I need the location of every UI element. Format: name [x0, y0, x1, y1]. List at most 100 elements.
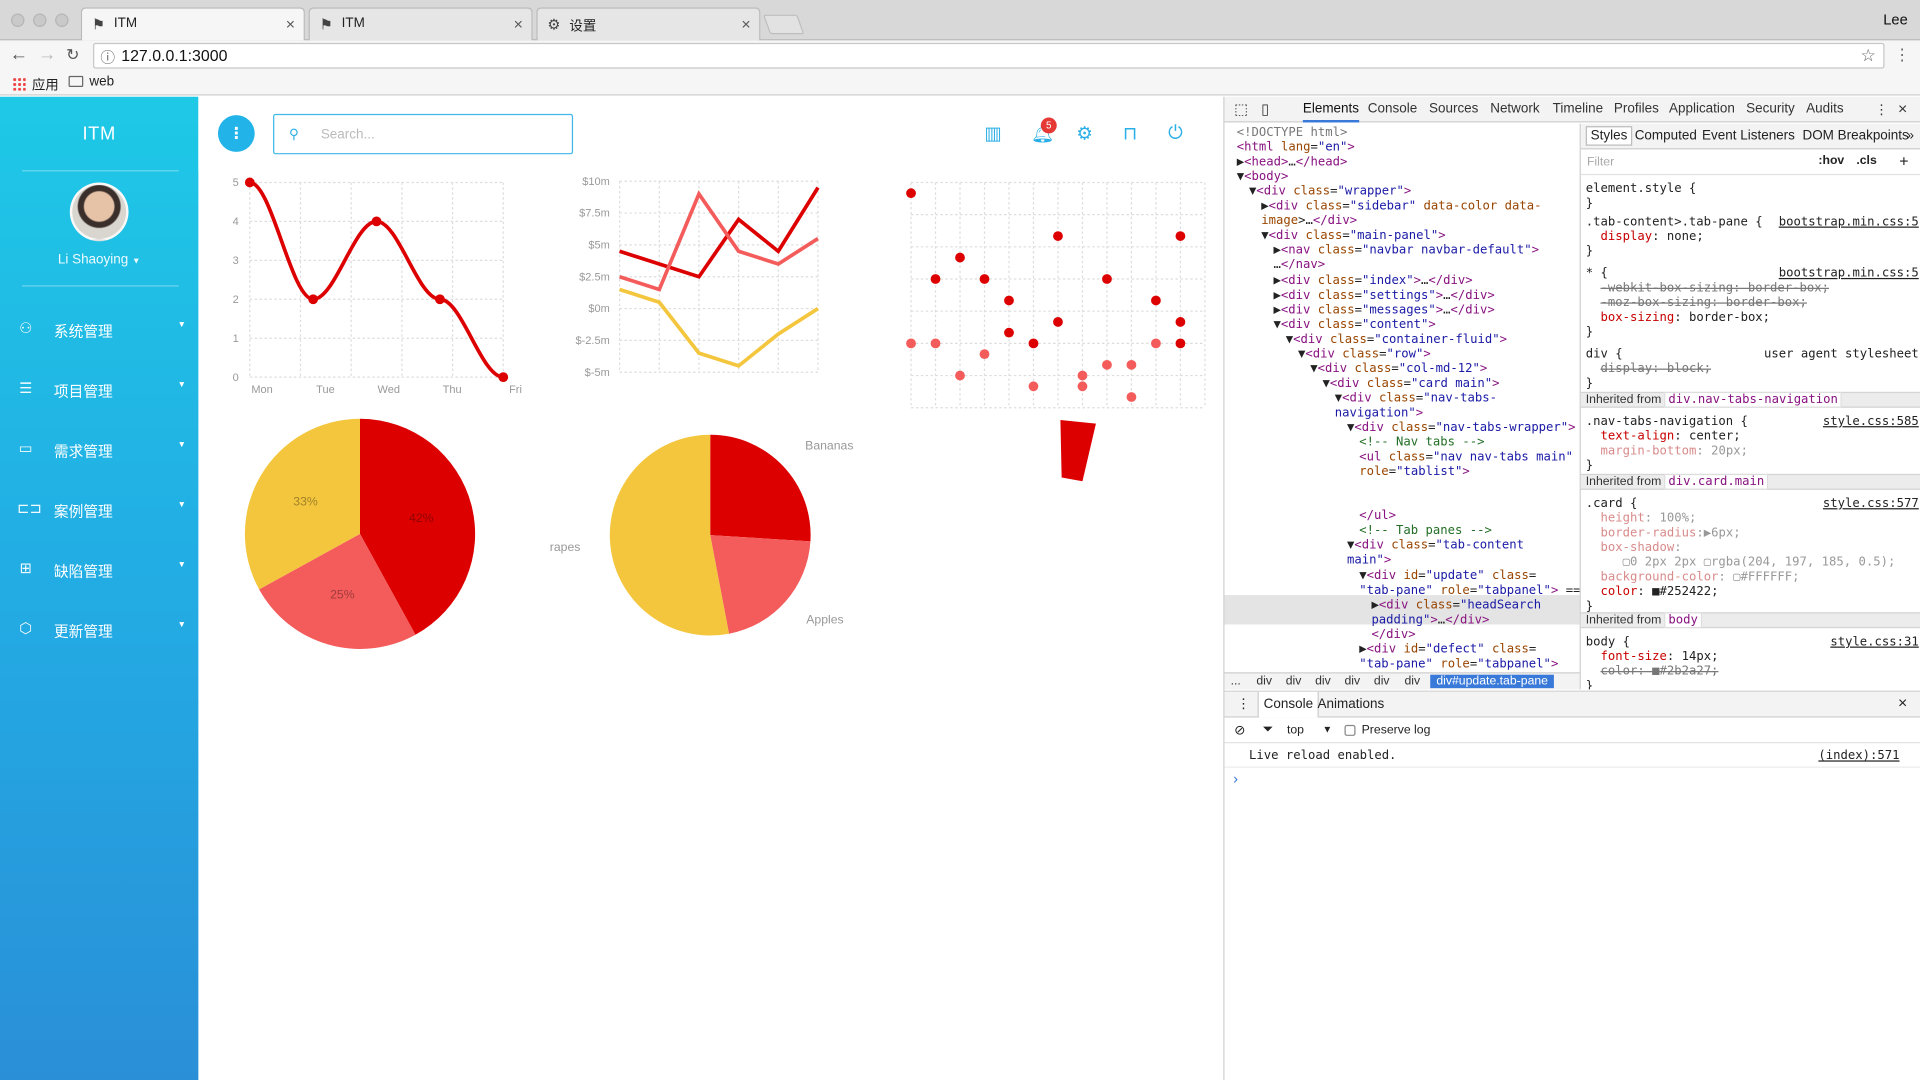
drawer-menu-icon[interactable]: ⋮ [1237, 696, 1250, 712]
forward-arrow-icon[interactable]: → [38, 44, 56, 65]
style-source-link[interactable]: style.css:31 [1830, 636, 1918, 651]
style-rule-line[interactable]: .tab-content>.tab-pane { [1586, 216, 1763, 231]
style-rule-line[interactable]: * { [1586, 267, 1608, 282]
style-rule-line[interactable]: } [1586, 680, 1593, 690]
style-rule-line[interactable]: border-radius:▶6px; [1586, 527, 1740, 542]
style-rule-line[interactable]: display: none; [1586, 230, 1703, 245]
sidebar-item-defects[interactable]: ⊞ 缺陷管理 ▼ [0, 541, 198, 601]
dom-node-line[interactable]: <!-- Nav tabs --> [1359, 436, 1484, 451]
dom-node-line[interactable]: ▼<div class="tab-content [1347, 539, 1524, 554]
dom-node-line[interactable]: image>…</div> [1261, 215, 1357, 230]
lock-icon[interactable]: ⊓ [1123, 122, 1137, 145]
browser-menu-icon[interactable]: ⋮ [1894, 45, 1910, 65]
style-rule-line[interactable]: box-sizing: border-box; [1586, 311, 1770, 326]
brand-title[interactable]: ITM [0, 124, 198, 145]
window-close-dot[interactable] [11, 13, 25, 27]
inherited-selector[interactable]: div.card.main [1664, 473, 1768, 490]
dom-node-line[interactable]: ▶<div class="settings">…</div> [1273, 288, 1494, 303]
dom-node-line[interactable]: ▶<div class="sidebar" data-color data- [1261, 200, 1541, 215]
inspect-element-icon[interactable]: ⬚ [1234, 100, 1248, 117]
breadcrumb-item[interactable]: div [1256, 675, 1272, 688]
style-source-link[interactable]: bootstrap.min.css:5 [1779, 216, 1919, 231]
more-menu-button[interactable]: ⋮ [217, 115, 255, 152]
dom-node-line[interactable]: ▼<div class="wrapper"> [1249, 185, 1411, 200]
back-arrow-icon[interactable]: ← [10, 44, 28, 65]
clear-console-icon[interactable]: ⊘ [1234, 722, 1245, 739]
tab-console[interactable]: Console [1368, 102, 1417, 117]
tab-elements[interactable]: Elements [1302, 102, 1359, 123]
breadcrumb-item[interactable]: div [1405, 675, 1421, 688]
device-toolbar-icon[interactable]: ▯ [1261, 100, 1269, 117]
user-menu[interactable]: Li Shaoying ▼ [0, 252, 198, 267]
avatar[interactable] [69, 182, 129, 242]
sidebar-item-system[interactable]: ⚇ 系统管理 ▼ [0, 301, 198, 361]
style-rule-line[interactable]: } [1586, 326, 1593, 341]
dom-node-line[interactable]: …</nav> [1273, 259, 1325, 274]
inherited-selector[interactable]: body [1664, 612, 1702, 629]
window-minimize-dot[interactable] [33, 13, 47, 27]
bookmark-apps[interactable]: 应用 [12, 75, 59, 95]
dom-node-line[interactable]: ▼<div class="nav-tabs-wrapper"> [1347, 421, 1576, 436]
dom-node-line[interactable]: <!DOCTYPE html> [1237, 126, 1348, 141]
dom-node-line[interactable]: ▼<div class="col-md-12"> [1310, 362, 1487, 377]
dom-node-line[interactable]: </ul> [1359, 510, 1396, 525]
tab-sources[interactable]: Sources [1429, 102, 1478, 117]
tab-audits[interactable]: Audits [1806, 102, 1843, 117]
dom-node-line[interactable]: ▶<div class="headSearch [1371, 598, 1541, 613]
breadcrumb-item[interactable]: ... [1231, 675, 1241, 688]
tab-styles[interactable]: Styles [1585, 126, 1633, 146]
close-icon[interactable]: × [741, 15, 750, 33]
tab-event-listeners[interactable]: Event Listeners [1702, 129, 1795, 144]
style-rule-line[interactable]: } [1586, 459, 1593, 474]
browser-tab-3[interactable]: ⚙ 设置 × [536, 7, 761, 41]
breadcrumb-item[interactable]: div [1374, 675, 1390, 688]
browser-profile-name[interactable]: Lee [1883, 11, 1908, 28]
address-bar[interactable]: ⓘ 127.0.0.1:3000 ☆ [93, 42, 1885, 69]
style-rule-line[interactable]: -moz-box-sizing: border-box; [1586, 296, 1806, 311]
new-tab-button[interactable] [762, 14, 805, 35]
tab-computed[interactable]: Computed [1635, 129, 1697, 144]
dom-node-line[interactable]: ▼<div class="main-panel"> [1261, 229, 1445, 244]
breadcrumb-item[interactable]: div [1315, 675, 1331, 688]
dom-node-line[interactable]: ▶<div class="index">…</div> [1273, 274, 1472, 289]
style-rule-line[interactable]: body { [1586, 636, 1630, 651]
dom-node-line[interactable]: <!-- Tab panes --> [1359, 525, 1492, 540]
tab-animations[interactable]: Animations [1318, 697, 1385, 712]
dom-node-line[interactable]: ▶<head>…</head> [1237, 156, 1348, 171]
cls-toggle[interactable]: .cls [1856, 154, 1876, 167]
dom-node-line[interactable]: ▼<div class="container-fluid"> [1286, 333, 1507, 348]
dom-node-line[interactable]: "tab-pane" role="tabpanel"> == [1359, 584, 1579, 599]
style-rule-line[interactable]: color: ■#2b2a27; [1586, 665, 1718, 680]
close-icon[interactable]: × [514, 15, 523, 33]
bookmark-star-icon[interactable]: ☆ [1861, 45, 1876, 66]
search-input[interactable] [320, 124, 560, 145]
dom-node-line[interactable]: <ul class="nav nav-tabs main" [1359, 451, 1573, 466]
bookmark-web[interactable]: web [68, 75, 114, 89]
close-icon[interactable]: × [1898, 99, 1907, 117]
style-rule-line[interactable]: div { [1586, 348, 1623, 363]
tab-timeline[interactable]: Timeline [1553, 102, 1603, 117]
dom-node-line[interactable]: ▶<div id="defect" class= [1359, 643, 1536, 658]
browser-tab-1[interactable]: ⚑ ITM × [80, 7, 305, 41]
window-zoom-dot[interactable] [55, 13, 69, 27]
dom-node-line[interactable]: ▼<div class="card main"> [1322, 377, 1499, 392]
style-rule-line[interactable]: -webkit-box-sizing: border-box; [1586, 282, 1829, 297]
dom-node-line[interactable]: "tab-pane" role="tabpanel"> [1359, 657, 1558, 669]
power-icon[interactable]: ⏻ [1168, 122, 1183, 143]
style-rule-line[interactable]: background-color: ▢#FFFFFF; [1586, 571, 1799, 586]
style-rule-line[interactable]: display: block; [1586, 362, 1711, 377]
style-rule-line[interactable]: height: 100%; [1586, 512, 1696, 527]
dom-node-line[interactable]: ▼<div class="content"> [1273, 318, 1435, 333]
preserve-log-checkbox[interactable] [1344, 724, 1356, 736]
console-prompt-icon[interactable]: › [1233, 770, 1238, 787]
style-rule-line[interactable]: .card { [1586, 497, 1638, 512]
reload-icon[interactable]: ↻ [66, 45, 79, 65]
style-rule-line[interactable]: } [1586, 377, 1593, 392]
hov-toggle[interactable]: :hov [1818, 154, 1844, 167]
style-rule-line[interactable]: ▢0 2px 2px ▢rgba(204, 197, 185, 0.5); [1586, 556, 1896, 571]
filter-icon[interactable]: ⏷ [1262, 722, 1273, 738]
console-message-source[interactable]: (index):571 [1818, 749, 1899, 762]
more-tabs-icon[interactable]: » [1907, 129, 1915, 144]
sidebar-item-requirements[interactable]: ▭ 需求管理 ▼ [0, 421, 198, 481]
tab-network[interactable]: Network [1490, 102, 1539, 117]
